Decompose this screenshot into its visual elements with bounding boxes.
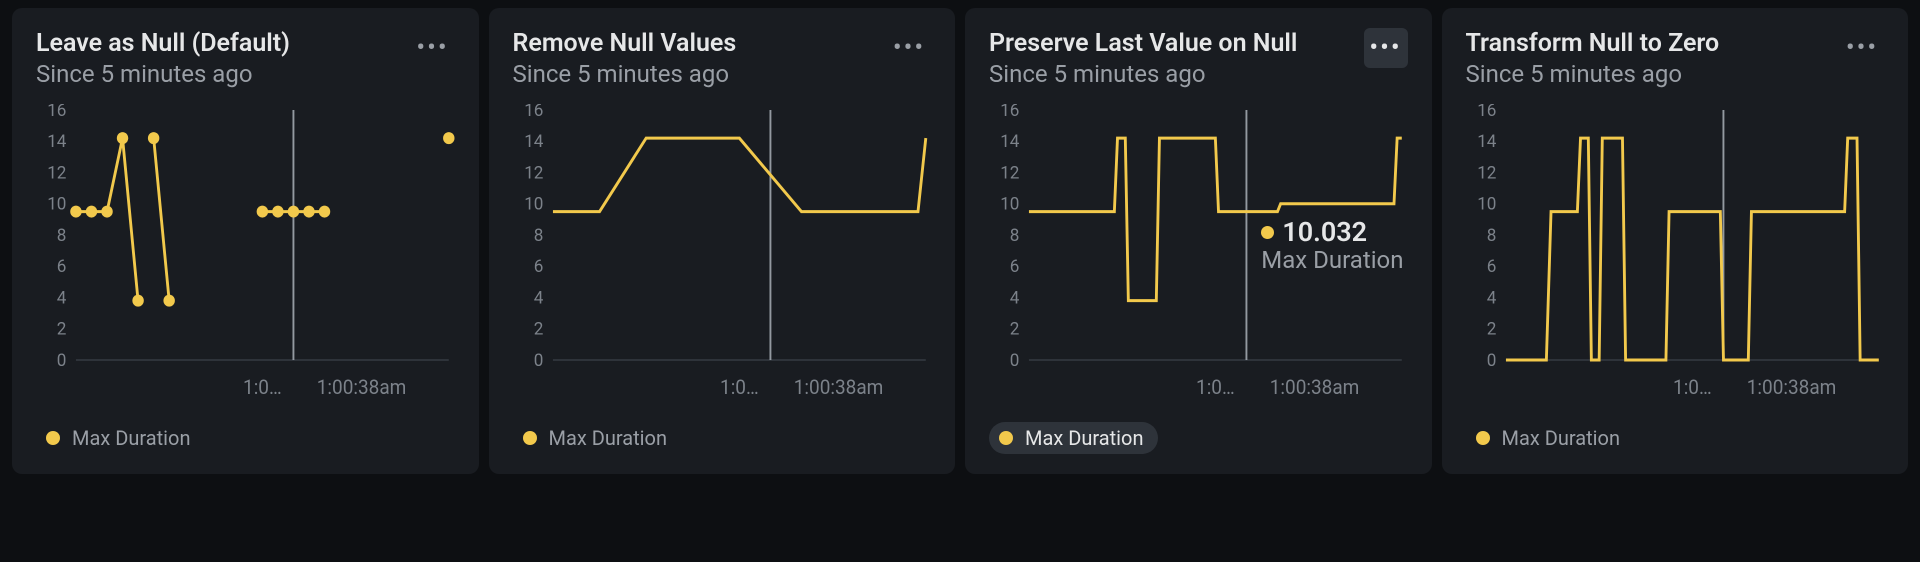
chart-svg: 0 2 4 6 8 10 12 14 16 1:0… 1:00:38am xyxy=(989,104,1408,404)
panel-more-button[interactable]: ••• xyxy=(1364,28,1408,68)
panel-title-block: Transform Null to Zero Since 5 minutes a… xyxy=(1466,28,1720,90)
panel-header: Remove Null Values Since 5 minutes ago •… xyxy=(513,28,932,90)
panels-row: Leave as Null (Default) Since 5 minutes … xyxy=(12,8,1908,474)
svg-text:8: 8 xyxy=(533,226,543,246)
legend-label: Max Duration xyxy=(72,426,191,450)
panel-title-block: Preserve Last Value on Null Since 5 minu… xyxy=(989,28,1297,90)
chart-area[interactable]: 0246810121416 1:0… 1:00:38am 10.032 Max … xyxy=(989,104,1408,404)
panel-subtitle: Since 5 minutes ago xyxy=(989,59,1297,90)
svg-text:10: 10 xyxy=(1000,195,1019,215)
svg-text:1:0…: 1:0… xyxy=(720,376,759,400)
svg-text:0: 0 xyxy=(1486,351,1496,371)
svg-text:10: 10 xyxy=(524,195,543,215)
panel-title: Transform Null to Zero xyxy=(1466,28,1720,59)
svg-text:16: 16 xyxy=(524,104,543,121)
svg-text:1:00:38am: 1:00:38am xyxy=(1270,376,1360,400)
svg-text:4: 4 xyxy=(1486,289,1496,309)
legend-label: Max Duration xyxy=(549,426,668,450)
svg-text:1:0…: 1:0… xyxy=(243,376,282,400)
svg-text:1:00:38am: 1:00:38am xyxy=(793,376,883,400)
panel-more-button[interactable]: ••• xyxy=(887,28,931,68)
svg-text:4: 4 xyxy=(57,289,67,309)
ellipsis-icon: ••• xyxy=(893,33,925,63)
panel-title: Leave as Null (Default) xyxy=(36,28,290,59)
svg-text:0: 0 xyxy=(1010,351,1020,371)
svg-text:16: 16 xyxy=(1000,104,1019,121)
svg-text:1:0…: 1:0… xyxy=(1673,376,1712,400)
panel-title: Preserve Last Value on Null xyxy=(989,28,1297,59)
legend-row: Max Duration xyxy=(36,422,455,454)
legend-label: Max Duration xyxy=(1025,426,1144,450)
svg-text:12: 12 xyxy=(1000,164,1019,184)
svg-text:4: 4 xyxy=(533,289,543,309)
legend-row: Max Duration xyxy=(1466,422,1885,454)
legend-label: Max Duration xyxy=(1502,426,1621,450)
ellipsis-icon: ••• xyxy=(1846,33,1878,63)
panel-header: Leave as Null (Default) Since 5 minutes … xyxy=(36,28,455,90)
panel-remove-null: Remove Null Values Since 5 minutes ago •… xyxy=(489,8,956,474)
panel-title-block: Remove Null Values Since 5 minutes ago xyxy=(513,28,737,90)
svg-text:2: 2 xyxy=(1486,320,1496,340)
svg-text:4: 4 xyxy=(1010,289,1020,309)
svg-text:1:00:38am: 1:00:38am xyxy=(1746,376,1836,400)
legend-item-max-duration[interactable]: Max Duration xyxy=(513,422,682,454)
svg-text:6: 6 xyxy=(1010,257,1020,277)
legend-item-max-duration[interactable]: Max Duration xyxy=(1466,422,1635,454)
svg-text:16: 16 xyxy=(47,104,66,121)
svg-text:2: 2 xyxy=(533,320,543,340)
svg-text:14: 14 xyxy=(524,132,543,152)
svg-text:1:00:38am: 1:00:38am xyxy=(317,376,407,400)
svg-text:6: 6 xyxy=(1486,257,1496,277)
svg-text:16: 16 xyxy=(1477,104,1496,121)
panel-leave-null: Leave as Null (Default) Since 5 minutes … xyxy=(12,8,479,474)
panel-more-button[interactable]: ••• xyxy=(1840,28,1884,68)
ellipsis-icon: ••• xyxy=(416,33,448,63)
legend-item-max-duration[interactable]: Max Duration xyxy=(36,422,205,454)
svg-text:0: 0 xyxy=(533,351,543,371)
svg-text:8: 8 xyxy=(57,226,67,246)
svg-text:12: 12 xyxy=(47,164,66,184)
legend-swatch-icon xyxy=(999,431,1013,445)
chart-svg: 0 2 4 6 8 10 12 14 16 1:0… 1:00:38am xyxy=(1466,104,1885,404)
legend-swatch-icon xyxy=(1476,431,1490,445)
panel-transform-zero: Transform Null to Zero Since 5 minutes a… xyxy=(1442,8,1909,474)
svg-text:8: 8 xyxy=(1486,226,1496,246)
svg-text:10: 10 xyxy=(47,195,66,215)
panel-more-button[interactable]: ••• xyxy=(411,28,455,68)
svg-text:14: 14 xyxy=(1477,132,1496,152)
svg-text:12: 12 xyxy=(1477,164,1496,184)
legend-row: Max Duration xyxy=(989,422,1408,454)
svg-text:12: 12 xyxy=(524,164,543,184)
ellipsis-icon: ••• xyxy=(1369,33,1401,63)
panel-subtitle: Since 5 minutes ago xyxy=(1466,59,1720,90)
chart-area[interactable]: 0 2 4 6 8 10 12 14 16 1:0… 1:00:38am xyxy=(513,104,932,404)
panel-subtitle: Since 5 minutes ago xyxy=(36,59,290,90)
svg-text:14: 14 xyxy=(1000,132,1019,152)
panel-preserve-last: Preserve Last Value on Null Since 5 minu… xyxy=(965,8,1432,474)
svg-text:6: 6 xyxy=(533,257,543,277)
legend-swatch-icon xyxy=(523,431,537,445)
svg-text:8: 8 xyxy=(1010,226,1020,246)
panel-header: Transform Null to Zero Since 5 minutes a… xyxy=(1466,28,1885,90)
svg-text:0: 0 xyxy=(57,351,67,371)
legend-row: Max Duration xyxy=(513,422,932,454)
panel-title-block: Leave as Null (Default) Since 5 minutes … xyxy=(36,28,290,90)
legend-swatch-icon xyxy=(46,431,60,445)
svg-text:1:0…: 1:0… xyxy=(1196,376,1235,400)
panel-header: Preserve Last Value on Null Since 5 minu… xyxy=(989,28,1408,90)
chart-area[interactable]: 0 2 4 6 8 10 12 14 16 1:0… 1:00:38am xyxy=(36,104,455,404)
legend-item-max-duration[interactable]: Max Duration xyxy=(989,422,1158,454)
svg-text:2: 2 xyxy=(1010,320,1020,340)
svg-text:10: 10 xyxy=(1477,195,1496,215)
chart-area[interactable]: 0 2 4 6 8 10 12 14 16 1:0… 1:00:38am xyxy=(1466,104,1885,404)
chart-svg: 0 2 4 6 8 10 12 14 16 1:0… 1:00:38am xyxy=(513,104,932,404)
svg-text:6: 6 xyxy=(57,257,67,277)
svg-text:2: 2 xyxy=(57,320,67,340)
svg-text:14: 14 xyxy=(47,132,66,152)
chart-svg: 0 2 4 6 8 10 12 14 16 1:0… 1:00:38am xyxy=(36,104,455,404)
panel-subtitle: Since 5 minutes ago xyxy=(513,59,737,90)
panel-title: Remove Null Values xyxy=(513,28,737,59)
